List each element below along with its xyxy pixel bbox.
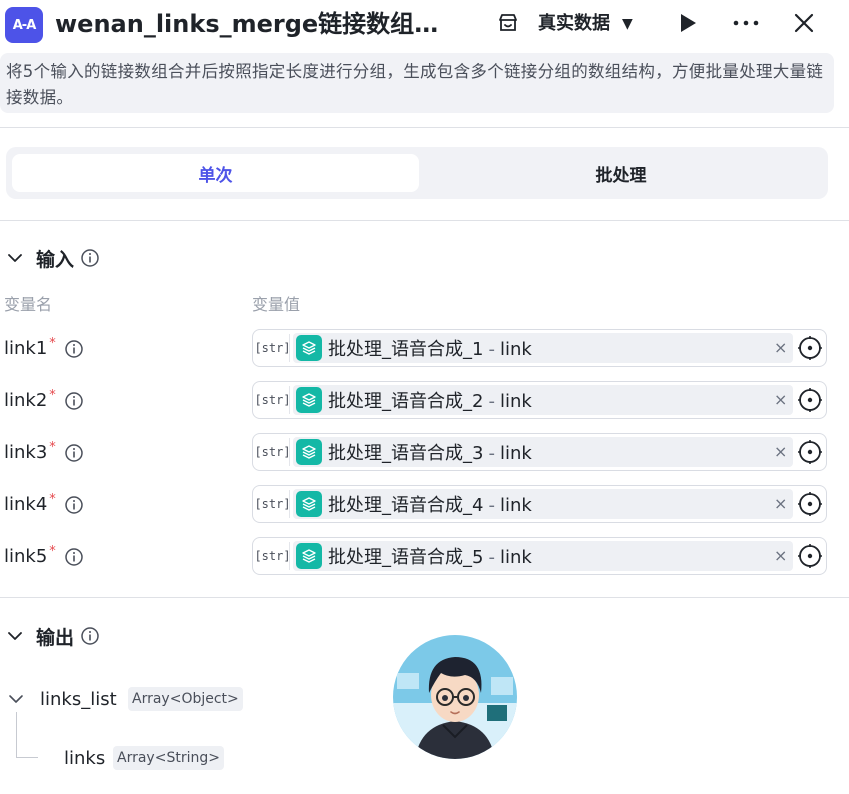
output-field-name: links_list [40, 689, 117, 710]
chevron-down-icon[interactable] [6, 627, 24, 645]
required-mark: * [49, 336, 56, 351]
reference-chip[interactable]: 批处理_语音合成_2- link [293, 385, 793, 415]
clear-icon[interactable]: × [774, 390, 787, 409]
type-tag: [str] [254, 438, 291, 466]
close-icon[interactable] [792, 11, 816, 35]
variable-name-text: link3 [4, 442, 48, 463]
clear-icon[interactable]: × [774, 338, 787, 357]
data-mode-dropdown[interactable]: 真实数据 [538, 10, 610, 38]
clear-icon[interactable]: × [774, 546, 787, 565]
variable-value-field[interactable]: [str] 批处理_语音合成_4- link × [252, 485, 827, 523]
variable-name-text: link4 [4, 494, 48, 515]
input-row: link2 * [str] 批处理_语音合成_2- link × [0, 381, 849, 421]
variable-name: link5 * [4, 543, 84, 571]
input-row: link1 * [str] 批处理_语音合成_1- link × [0, 329, 849, 369]
reference-chip[interactable]: 批处理_语音合成_4- link [293, 489, 793, 519]
node-icon [296, 439, 322, 465]
type-tag: [str] [254, 386, 291, 414]
divider [0, 597, 849, 598]
tab-batch[interactable]: 批处理 [421, 154, 821, 192]
info-icon[interactable] [80, 248, 100, 268]
app-icon-text: A-A [12, 17, 37, 33]
variable-name-text: link5 [4, 546, 48, 567]
reference-text: 批处理_语音合成_1- link [328, 339, 532, 360]
app-icon: A-A [5, 7, 43, 43]
tree-connector [16, 712, 17, 758]
target-icon[interactable] [797, 491, 823, 517]
output-field-type: Array<String> [113, 746, 224, 770]
node-icon [296, 491, 322, 517]
node-title[interactable]: wenan_links_merge链接数组合… [55, 6, 445, 42]
reference-text: 批处理_语音合成_3- link [328, 443, 532, 464]
info-icon[interactable] [64, 391, 84, 411]
reference-text: 批处理_语音合成_4- link [328, 495, 532, 516]
variable-name: link3 * [4, 439, 84, 467]
more-icon[interactable] [731, 11, 761, 35]
tab-single[interactable]: 单次 [12, 154, 419, 192]
divider [0, 220, 849, 221]
variable-value-field[interactable]: [str] 批处理_语音合成_5- link × [252, 537, 827, 575]
variable-name: link1 * [4, 335, 84, 363]
output-section-header[interactable]: 输出 [6, 621, 100, 651]
input-section-header[interactable]: 输入 [6, 243, 100, 273]
caret-down-icon[interactable]: ▼ [622, 10, 633, 38]
play-icon[interactable] [677, 11, 699, 35]
variable-name-text: link2 [4, 390, 48, 411]
target-icon[interactable] [797, 335, 823, 361]
info-icon[interactable] [64, 547, 84, 567]
target-icon[interactable] [797, 387, 823, 413]
info-icon[interactable] [64, 495, 84, 515]
column-header-name: 变量名 [4, 295, 53, 314]
reference-chip[interactable]: 批处理_语音合成_1- link [293, 333, 793, 363]
input-row: link4 * [str] 批处理_语音合成_4- link × [0, 485, 849, 525]
store-icon[interactable] [497, 12, 519, 34]
type-tag: [str] [254, 490, 291, 518]
required-mark: * [49, 492, 56, 507]
variable-value-field[interactable]: [str] 批处理_语音合成_3- link × [252, 433, 827, 471]
input-section-title: 输入 [36, 248, 75, 271]
reference-chip[interactable]: 批处理_语音合成_5- link [293, 541, 793, 571]
variable-name: link4 * [4, 491, 84, 519]
type-tag: [str] [254, 542, 291, 570]
mode-tabs: 单次 批处理 [6, 147, 828, 199]
avatar [391, 633, 519, 761]
chevron-down-icon[interactable] [7, 690, 25, 708]
clear-icon[interactable]: × [774, 442, 787, 461]
input-row: link5 * [str] 批处理_语音合成_5- link × [0, 537, 849, 577]
output-field-type: Array<Object> [128, 687, 243, 711]
info-icon[interactable] [80, 626, 100, 646]
node-description: 将5个输入的链接数组合并后按照指定长度进行分组，生成包含多个链接分组的数组结构，… [0, 53, 834, 113]
variable-name: link2 * [4, 387, 84, 415]
node-icon [296, 335, 322, 361]
info-icon[interactable] [64, 339, 84, 359]
variable-value-field[interactable]: [str] 批处理_语音合成_2- link × [252, 381, 827, 419]
output-field-name: links [64, 748, 106, 769]
reference-text: 批处理_语音合成_2- link [328, 391, 532, 412]
required-mark: * [49, 388, 56, 403]
clear-icon[interactable]: × [774, 494, 787, 513]
node-icon [296, 543, 322, 569]
node-header: A-A wenan_links_merge链接数组合… 真实数据 ▼ [0, 0, 849, 50]
tree-connector [16, 757, 38, 758]
info-icon[interactable] [64, 443, 84, 463]
reference-text: 批处理_语音合成_5- link [328, 547, 532, 568]
required-mark: * [49, 544, 56, 559]
input-row: link3 * [str] 批处理_语音合成_3- link × [0, 433, 849, 473]
type-tag: [str] [254, 334, 291, 362]
reference-chip[interactable]: 批处理_语音合成_3- link [293, 437, 793, 467]
node-icon [296, 387, 322, 413]
target-icon[interactable] [797, 439, 823, 465]
output-section-title: 输出 [36, 626, 75, 649]
variable-value-field[interactable]: [str] 批处理_语音合成_1- link × [252, 329, 827, 367]
target-icon[interactable] [797, 543, 823, 569]
divider [0, 127, 849, 128]
chevron-down-icon[interactable] [6, 249, 24, 267]
column-header-value: 变量值 [252, 295, 301, 314]
required-mark: * [49, 440, 56, 455]
variable-name-text: link1 [4, 338, 48, 359]
